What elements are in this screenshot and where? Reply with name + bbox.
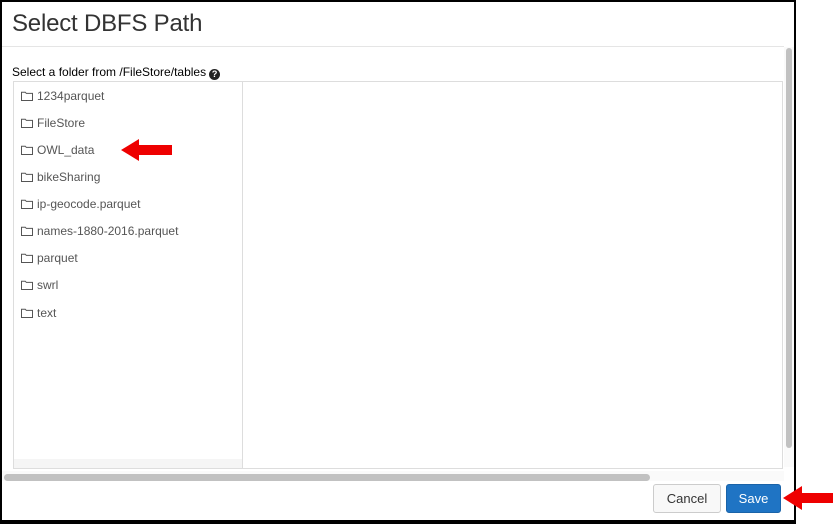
folder-outline-icon [21, 145, 33, 155]
tree-item-ip-geocode-parquet[interactable]: ip-geocode.parquet [21, 194, 140, 214]
tree-item-label: parquet [37, 251, 78, 265]
question-circle-icon[interactable]: ? [209, 69, 221, 80]
tree-item-label: swrl [37, 278, 59, 292]
tree-item-label: FileStore [37, 116, 86, 130]
dialog-border-right [794, 0, 796, 524]
tree-item-label: 1234parquet [37, 89, 105, 103]
dialog-title: Select DBFS Path [12, 10, 203, 37]
tree-item-owl-data[interactable]: OWL_data [21, 140, 94, 160]
annotation-arrow-left-icon [783, 486, 833, 510]
folder-outline-icon [21, 172, 33, 182]
vertical-scrollbar-thumb[interactable] [786, 48, 792, 448]
tree-item-filestore[interactable]: FileStore [21, 113, 85, 133]
tree-item-1234parquet[interactable]: 1234parquet [21, 86, 104, 106]
folder-outline-icon [21, 118, 33, 128]
cancel-button[interactable]: Cancel [653, 484, 721, 513]
tree-item-swrl[interactable]: swrl [21, 275, 58, 295]
folder-outline-icon [21, 199, 33, 209]
tree-item-label: text [37, 306, 57, 320]
section-label: Select a folder from /FileStore/tables? [12, 65, 221, 80]
tree-item-label: bikeSharing [37, 170, 101, 184]
horizontal-scrollbar-thumb[interactable] [4, 474, 650, 481]
folder-outline-icon [21, 226, 33, 236]
save-button[interactable]: Save [726, 484, 781, 513]
dialog-border-bottom [0, 522, 796, 524]
annotation-arrow-left-icon [121, 139, 172, 161]
tree-item-names-1880-2016-parquet[interactable]: names-1880-2016.parquet [21, 221, 178, 241]
tree-item-label: names-1880-2016.parquet [37, 224, 179, 238]
tree-item-text[interactable]: text [21, 303, 56, 323]
tree-item-label: OWL_data [37, 143, 95, 157]
folder-outline-icon [21, 253, 33, 263]
folder-outline-icon [21, 308, 33, 318]
folder-outline-icon [21, 280, 33, 290]
tree-item-parquet[interactable]: parquet [21, 248, 78, 268]
tree-item-bikesharing[interactable]: bikeSharing [21, 167, 100, 187]
section-label-text: Select a folder from /FileStore/tables [12, 65, 207, 79]
header-divider [2, 46, 784, 47]
folder-outline-icon [21, 91, 33, 101]
tree-item-label: ip-geocode.parquet [37, 197, 141, 211]
folder-tree-footer [14, 459, 243, 468]
